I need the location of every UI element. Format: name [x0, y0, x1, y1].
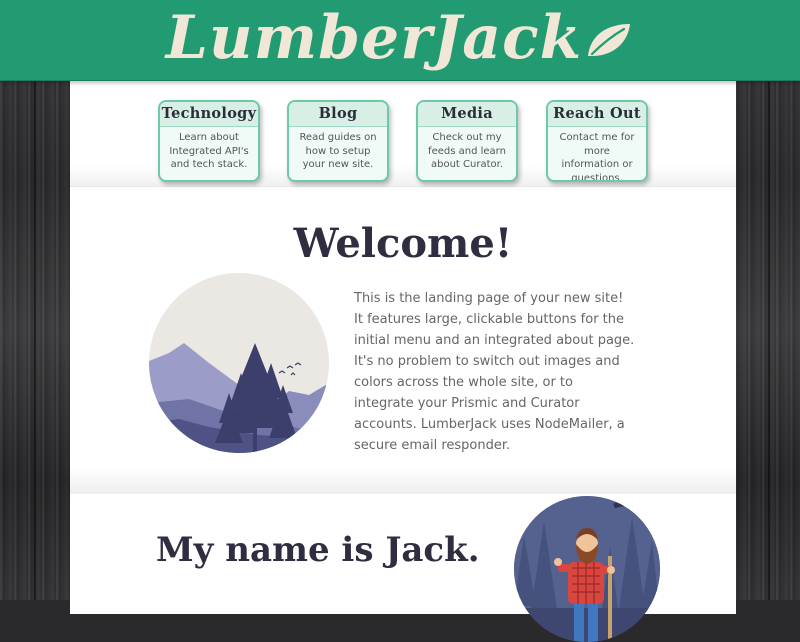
welcome-paragraph: This is the landing page of your new sit…: [354, 291, 635, 453]
nav-button-description: Read guides on how to setup your new sit…: [299, 132, 377, 170]
nav-button-title: Technology: [160, 102, 258, 127]
wood-background-right: [734, 0, 800, 600]
nav-button-description: Learn about Integrated API's and tech st…: [169, 132, 249, 170]
site-header: LumberJack: [0, 0, 800, 81]
main-content: Technology Learn about Integrated API's …: [70, 80, 736, 642]
forest-landscape-image: [149, 273, 329, 453]
nav-button-description: Check out my feeds and learn about Curat…: [428, 132, 506, 170]
main-menu: Technology Learn about Integrated API's …: [70, 80, 736, 187]
section-divider: [70, 468, 736, 495]
nav-button-technology[interactable]: Technology Learn about Integrated API's …: [158, 100, 260, 182]
wood-background-left: [0, 0, 70, 600]
nav-button-title: Media: [418, 102, 516, 127]
about-heading: My name is Jack.: [156, 530, 480, 570]
nav-button-title: Blog: [289, 102, 387, 127]
nav-button-blog[interactable]: Blog Read guides on how to setup your ne…: [287, 100, 389, 182]
nav-button-description: Contact me for more information or quest…: [559, 132, 635, 182]
leaf-icon: [588, 24, 631, 56]
nav-button-title: Reach Out: [548, 102, 646, 127]
logo-text: LumberJack: [165, 3, 583, 73]
jack-avatar-image: [514, 496, 660, 642]
nav-button-media[interactable]: Media Check out my feeds and learn about…: [416, 100, 518, 182]
about-section: My name is Jack.: [70, 494, 736, 642]
welcome-section: Welcome! This is the landing page of you…: [70, 204, 736, 472]
nav-button-reach-out[interactable]: Reach Out Contact me for more informatio…: [546, 100, 648, 182]
welcome-heading: Welcome!: [293, 220, 513, 267]
site-logo[interactable]: LumberJack: [166, 8, 634, 68]
